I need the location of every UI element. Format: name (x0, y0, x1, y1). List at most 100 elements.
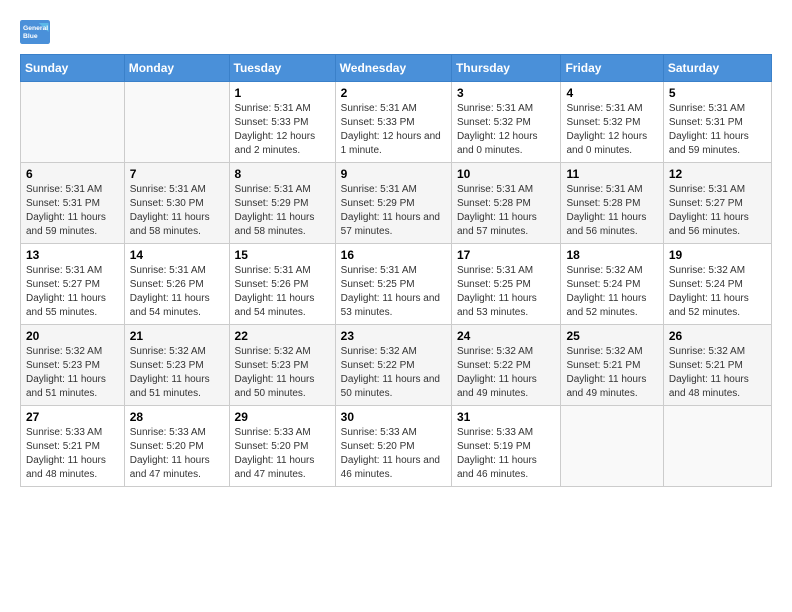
calendar-cell: 5 Sunrise: 5:31 AMSunset: 5:31 PMDaylight… (663, 82, 771, 163)
day-info: Sunrise: 5:31 AMSunset: 5:29 PMDaylight:… (341, 183, 446, 239)
day-number: 25 (566, 329, 657, 343)
day-info: Sunrise: 5:31 AMSunset: 5:29 PMDaylight:… (235, 183, 330, 239)
day-number: 6 (26, 167, 119, 181)
day-number: 1 (235, 86, 330, 100)
day-info: Sunrise: 5:31 AMSunset: 5:27 PMDaylight:… (669, 183, 766, 239)
day-number: 31 (457, 410, 556, 424)
day-info: Sunrise: 5:31 AMSunset: 5:28 PMDaylight:… (566, 183, 657, 239)
day-number: 23 (341, 329, 446, 343)
day-info: Sunrise: 5:31 AMSunset: 5:33 PMDaylight:… (341, 102, 446, 158)
calendar-week-row: 20 Sunrise: 5:32 AMSunset: 5:23 PMDayligh… (21, 325, 772, 406)
calendar-cell: 13 Sunrise: 5:31 AMSunset: 5:27 PMDayligh… (21, 244, 125, 325)
day-info: Sunrise: 5:32 AMSunset: 5:21 PMDaylight:… (669, 345, 766, 401)
day-info: Sunrise: 5:32 AMSunset: 5:23 PMDaylight:… (130, 345, 224, 401)
day-info: Sunrise: 5:33 AMSunset: 5:20 PMDaylight:… (341, 426, 446, 482)
day-info: Sunrise: 5:31 AMSunset: 5:33 PMDaylight:… (235, 102, 330, 158)
calendar-cell: 28 Sunrise: 5:33 AMSunset: 5:20 PMDayligh… (124, 406, 229, 487)
calendar-cell: 20 Sunrise: 5:32 AMSunset: 5:23 PMDayligh… (21, 325, 125, 406)
day-number: 18 (566, 248, 657, 262)
calendar-cell: 25 Sunrise: 5:32 AMSunset: 5:21 PMDayligh… (561, 325, 663, 406)
day-info: Sunrise: 5:31 AMSunset: 5:25 PMDaylight:… (341, 264, 446, 320)
day-number: 13 (26, 248, 119, 262)
day-number: 11 (566, 167, 657, 181)
header-day-tuesday: Tuesday (229, 55, 335, 82)
calendar-cell: 30 Sunrise: 5:33 AMSunset: 5:20 PMDayligh… (335, 406, 451, 487)
day-info: Sunrise: 5:31 AMSunset: 5:31 PMDaylight:… (26, 183, 119, 239)
calendar-cell: 27 Sunrise: 5:33 AMSunset: 5:21 PMDayligh… (21, 406, 125, 487)
day-number: 5 (669, 86, 766, 100)
day-info: Sunrise: 5:32 AMSunset: 5:21 PMDaylight:… (566, 345, 657, 401)
day-info: Sunrise: 5:31 AMSunset: 5:26 PMDaylight:… (130, 264, 224, 320)
day-info: Sunrise: 5:31 AMSunset: 5:28 PMDaylight:… (457, 183, 556, 239)
calendar-cell: 23 Sunrise: 5:32 AMSunset: 5:22 PMDayligh… (335, 325, 451, 406)
calendar-cell (21, 82, 125, 163)
day-info: Sunrise: 5:32 AMSunset: 5:23 PMDaylight:… (26, 345, 119, 401)
day-number: 28 (130, 410, 224, 424)
day-info: Sunrise: 5:33 AMSunset: 5:20 PMDaylight:… (130, 426, 224, 482)
svg-text:General: General (23, 25, 48, 32)
calendar-cell: 19 Sunrise: 5:32 AMSunset: 5:24 PMDayligh… (663, 244, 771, 325)
calendar-cell: 26 Sunrise: 5:32 AMSunset: 5:21 PMDayligh… (663, 325, 771, 406)
calendar-cell: 3 Sunrise: 5:31 AMSunset: 5:32 PMDaylight… (451, 82, 561, 163)
day-info: Sunrise: 5:32 AMSunset: 5:24 PMDaylight:… (566, 264, 657, 320)
day-number: 2 (341, 86, 446, 100)
calendar-cell: 16 Sunrise: 5:31 AMSunset: 5:25 PMDayligh… (335, 244, 451, 325)
calendar-cell (663, 406, 771, 487)
day-number: 16 (341, 248, 446, 262)
header-day-wednesday: Wednesday (335, 55, 451, 82)
calendar-cell: 8 Sunrise: 5:31 AMSunset: 5:29 PMDaylight… (229, 163, 335, 244)
day-info: Sunrise: 5:31 AMSunset: 5:31 PMDaylight:… (669, 102, 766, 158)
day-number: 10 (457, 167, 556, 181)
calendar-cell (124, 82, 229, 163)
calendar-cell: 15Sunrise: 5:31 AMSunset: 5:26 PMDayligh… (229, 244, 335, 325)
calendar-cell: 10 Sunrise: 5:31 AMSunset: 5:28 PMDayligh… (451, 163, 561, 244)
day-number: 8 (235, 167, 330, 181)
day-number: 29 (235, 410, 330, 424)
day-number: 3 (457, 86, 556, 100)
day-number: 21 (130, 329, 224, 343)
day-number: 20 (26, 329, 119, 343)
day-info: Sunrise: 5:31 AMSunset: 5:27 PMDaylight:… (26, 264, 119, 320)
day-number: 30 (341, 410, 446, 424)
day-info: Sunrise: 5:31 AMSunset: 5:30 PMDaylight:… (130, 183, 224, 239)
day-info: Sunrise: 5:31 AMSunset: 5:32 PMDaylight:… (566, 102, 657, 158)
calendar-cell: 17Sunrise: 5:31 AMSunset: 5:25 PMDayligh… (451, 244, 561, 325)
calendar-table: SundayMondayTuesdayWednesdayThursdayFrid… (20, 54, 772, 487)
day-number: 15 (235, 248, 330, 262)
day-info: Sunrise: 5:32 AMSunset: 5:24 PMDaylight:… (669, 264, 766, 320)
day-info: Sunrise: 5:31 AMSunset: 5:32 PMDaylight:… (457, 102, 556, 158)
header-day-saturday: Saturday (663, 55, 771, 82)
header-day-friday: Friday (561, 55, 663, 82)
day-info: Sunrise: 5:32 AMSunset: 5:22 PMDaylight:… (341, 345, 446, 401)
calendar-week-row: 27 Sunrise: 5:33 AMSunset: 5:21 PMDayligh… (21, 406, 772, 487)
day-number: 12 (669, 167, 766, 181)
calendar-cell: 4 Sunrise: 5:31 AMSunset: 5:32 PMDaylight… (561, 82, 663, 163)
logo-icon: General Blue (20, 20, 50, 44)
calendar-cell: 24Sunrise: 5:32 AMSunset: 5:22 PMDayligh… (451, 325, 561, 406)
calendar-cell (561, 406, 663, 487)
day-number: 14 (130, 248, 224, 262)
day-info: Sunrise: 5:33 AMSunset: 5:21 PMDaylight:… (26, 426, 119, 482)
day-number: 7 (130, 167, 224, 181)
calendar-cell: 21 Sunrise: 5:32 AMSunset: 5:23 PMDayligh… (124, 325, 229, 406)
calendar-cell: 12 Sunrise: 5:31 AMSunset: 5:27 PMDayligh… (663, 163, 771, 244)
calendar-cell: 6 Sunrise: 5:31 AMSunset: 5:31 PMDaylight… (21, 163, 125, 244)
day-number: 9 (341, 167, 446, 181)
day-number: 27 (26, 410, 119, 424)
day-number: 17 (457, 248, 556, 262)
day-info: Sunrise: 5:32 AMSunset: 5:22 PMDaylight:… (457, 345, 556, 401)
calendar-cell: 2 Sunrise: 5:31 AMSunset: 5:33 PMDaylight… (335, 82, 451, 163)
day-info: Sunrise: 5:32 AMSunset: 5:23 PMDaylight:… (235, 345, 330, 401)
calendar-cell: 18 Sunrise: 5:32 AMSunset: 5:24 PMDayligh… (561, 244, 663, 325)
calendar-week-row: 6 Sunrise: 5:31 AMSunset: 5:31 PMDaylight… (21, 163, 772, 244)
header-day-thursday: Thursday (451, 55, 561, 82)
day-number: 26 (669, 329, 766, 343)
page-header: General Blue (20, 20, 772, 44)
day-info: Sunrise: 5:33 AMSunset: 5:20 PMDaylight:… (235, 426, 330, 482)
day-info: Sunrise: 5:33 AMSunset: 5:19 PMDaylight:… (457, 426, 556, 482)
calendar-cell: 22Sunrise: 5:32 AMSunset: 5:23 PMDayligh… (229, 325, 335, 406)
day-number: 19 (669, 248, 766, 262)
calendar-cell: 1 Sunrise: 5:31 AMSunset: 5:33 PMDaylight… (229, 82, 335, 163)
svg-text:Blue: Blue (23, 33, 38, 40)
day-number: 4 (566, 86, 657, 100)
